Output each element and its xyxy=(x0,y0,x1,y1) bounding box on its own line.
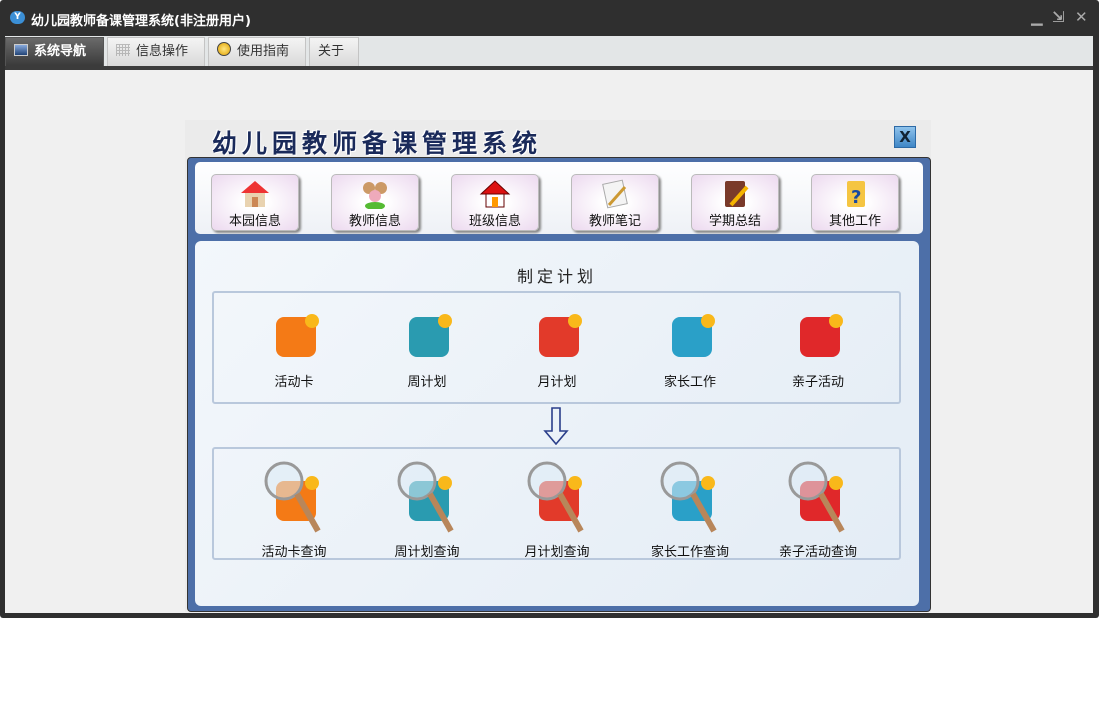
tab-label: 使用指南 xyxy=(237,44,290,59)
module-toolbar: 本园信息 教师信息 班级信息 教师笔记 学期总结 ? 其他工作 xyxy=(195,162,923,234)
item-parent-child-activity-query[interactable]: 亲子活动查询 xyxy=(763,459,873,560)
search-module-icon xyxy=(660,461,717,533)
search-module-icon xyxy=(264,461,321,533)
window-title: 幼儿园教师备课管理系统(非注册用户) xyxy=(31,14,251,29)
notebook-icon xyxy=(725,181,749,207)
title-bar: Y 幼儿园教师备课管理系统(非注册用户) ▁ ⇲ ✕ xyxy=(0,0,1099,36)
plan-box: 活动卡 周计划 月计划 家长工作 亲子活动 xyxy=(212,291,901,404)
item-label: 活动卡查询 xyxy=(261,545,327,560)
btn-label: 本园信息 xyxy=(228,214,281,229)
query-box: 活动卡查询 周计划查询 月计划查询 家长工作查询 亲子活动查询 xyxy=(212,447,901,560)
module-icon xyxy=(409,314,452,357)
tab-bar: 系统导航 信息操作 使用指南 关于 xyxy=(5,36,1093,66)
item-activity-card-query[interactable]: 活动卡查询 xyxy=(239,459,349,560)
module-icon xyxy=(800,314,843,357)
btn-class-info[interactable]: 班级信息 xyxy=(451,174,539,231)
down-arrow-icon xyxy=(543,407,569,445)
help-icon xyxy=(217,42,231,56)
item-label: 周计划 xyxy=(407,375,447,390)
item-monthly-plan[interactable]: 月计划 xyxy=(502,311,612,390)
item-monthly-plan-query[interactable]: 月计划查询 xyxy=(502,459,612,560)
home-icon xyxy=(479,180,511,208)
tab-label: 信息操作 xyxy=(136,44,189,59)
minimize-button[interactable]: ▁ xyxy=(1031,8,1043,26)
btn-label: 其他工作 xyxy=(828,214,881,229)
item-weekly-plan-query[interactable]: 周计划查询 xyxy=(372,459,482,560)
btn-teacher-notes[interactable]: 教师笔记 xyxy=(571,174,659,231)
item-label: 月计划查询 xyxy=(524,545,590,560)
section-title: 制定计划 xyxy=(516,267,597,286)
item-label: 亲子活动查询 xyxy=(778,545,857,560)
item-label: 月计划 xyxy=(537,375,577,390)
tab-label: 系统导航 xyxy=(34,44,87,59)
panel-title: 幼儿园教师备课管理系统 xyxy=(212,129,543,158)
module-icon xyxy=(539,314,582,357)
item-label: 家长工作 xyxy=(663,375,716,390)
btn-kindergarten-info[interactable]: 本园信息 xyxy=(211,174,299,231)
panel-close-button[interactable]: X xyxy=(894,126,916,148)
restore-button[interactable]: ⇲ xyxy=(1052,8,1065,26)
btn-semester-summary[interactable]: 学期总结 xyxy=(691,174,779,231)
search-module-icon xyxy=(397,461,454,533)
svg-text:?: ? xyxy=(851,187,861,208)
item-label: 家长工作查询 xyxy=(650,545,729,560)
module-icon xyxy=(276,314,319,357)
btn-other-work[interactable]: ? 其他工作 xyxy=(811,174,899,231)
item-activity-card[interactable]: 活动卡 xyxy=(239,311,349,390)
item-label: 活动卡 xyxy=(274,375,314,390)
app-logo-icon: Y xyxy=(10,11,25,24)
item-label: 周计划查询 xyxy=(394,545,460,560)
panel-frame: 本园信息 教师信息 班级信息 教师笔记 学期总结 ? 其他工作 制定计划 活动卡周… xyxy=(187,157,931,612)
users-icon xyxy=(363,182,387,209)
item-parent-work-query[interactable]: 家长工作查询 xyxy=(635,459,745,560)
grid-icon xyxy=(116,44,130,56)
item-weekly-plan[interactable]: 周计划 xyxy=(372,311,482,390)
btn-label: 教师笔记 xyxy=(588,214,641,229)
folder-help-icon: ? xyxy=(847,181,865,208)
house-icon xyxy=(241,181,269,207)
item-parent-child-activity[interactable]: 亲子活动 xyxy=(763,311,873,390)
btn-label: 班级信息 xyxy=(468,214,521,229)
tab-info-ops[interactable]: 信息操作 xyxy=(107,37,205,66)
tab-system-nav[interactable]: 系统导航 xyxy=(5,37,104,66)
btn-teacher-info[interactable]: 教师信息 xyxy=(331,174,419,231)
nav-panel: 幼儿园教师备课管理系统 X 本园信息 教师信息 班级信息 教师笔记 学期总结 ?… xyxy=(185,120,931,612)
search-module-icon xyxy=(788,461,845,533)
module-icon xyxy=(672,314,715,357)
monitor-icon xyxy=(14,44,28,56)
btn-label: 学期总结 xyxy=(708,214,761,229)
item-parent-work[interactable]: 家长工作 xyxy=(635,311,745,390)
main-area: 制定计划 活动卡 周计划 月计划 家长工作 亲子活动 活动卡查询 周计划查询 月计划查询 家长… xyxy=(195,241,919,606)
tab-user-guide[interactable]: 使用指南 xyxy=(208,37,306,66)
btn-label: 教师信息 xyxy=(348,214,401,229)
tab-label: 关于 xyxy=(318,44,345,59)
notes-icon xyxy=(602,179,628,209)
item-label: 亲子活动 xyxy=(791,375,844,390)
tab-about[interactable]: 关于 xyxy=(309,37,359,66)
search-module-icon xyxy=(527,461,584,533)
close-button[interactable]: ✕ xyxy=(1075,8,1088,26)
